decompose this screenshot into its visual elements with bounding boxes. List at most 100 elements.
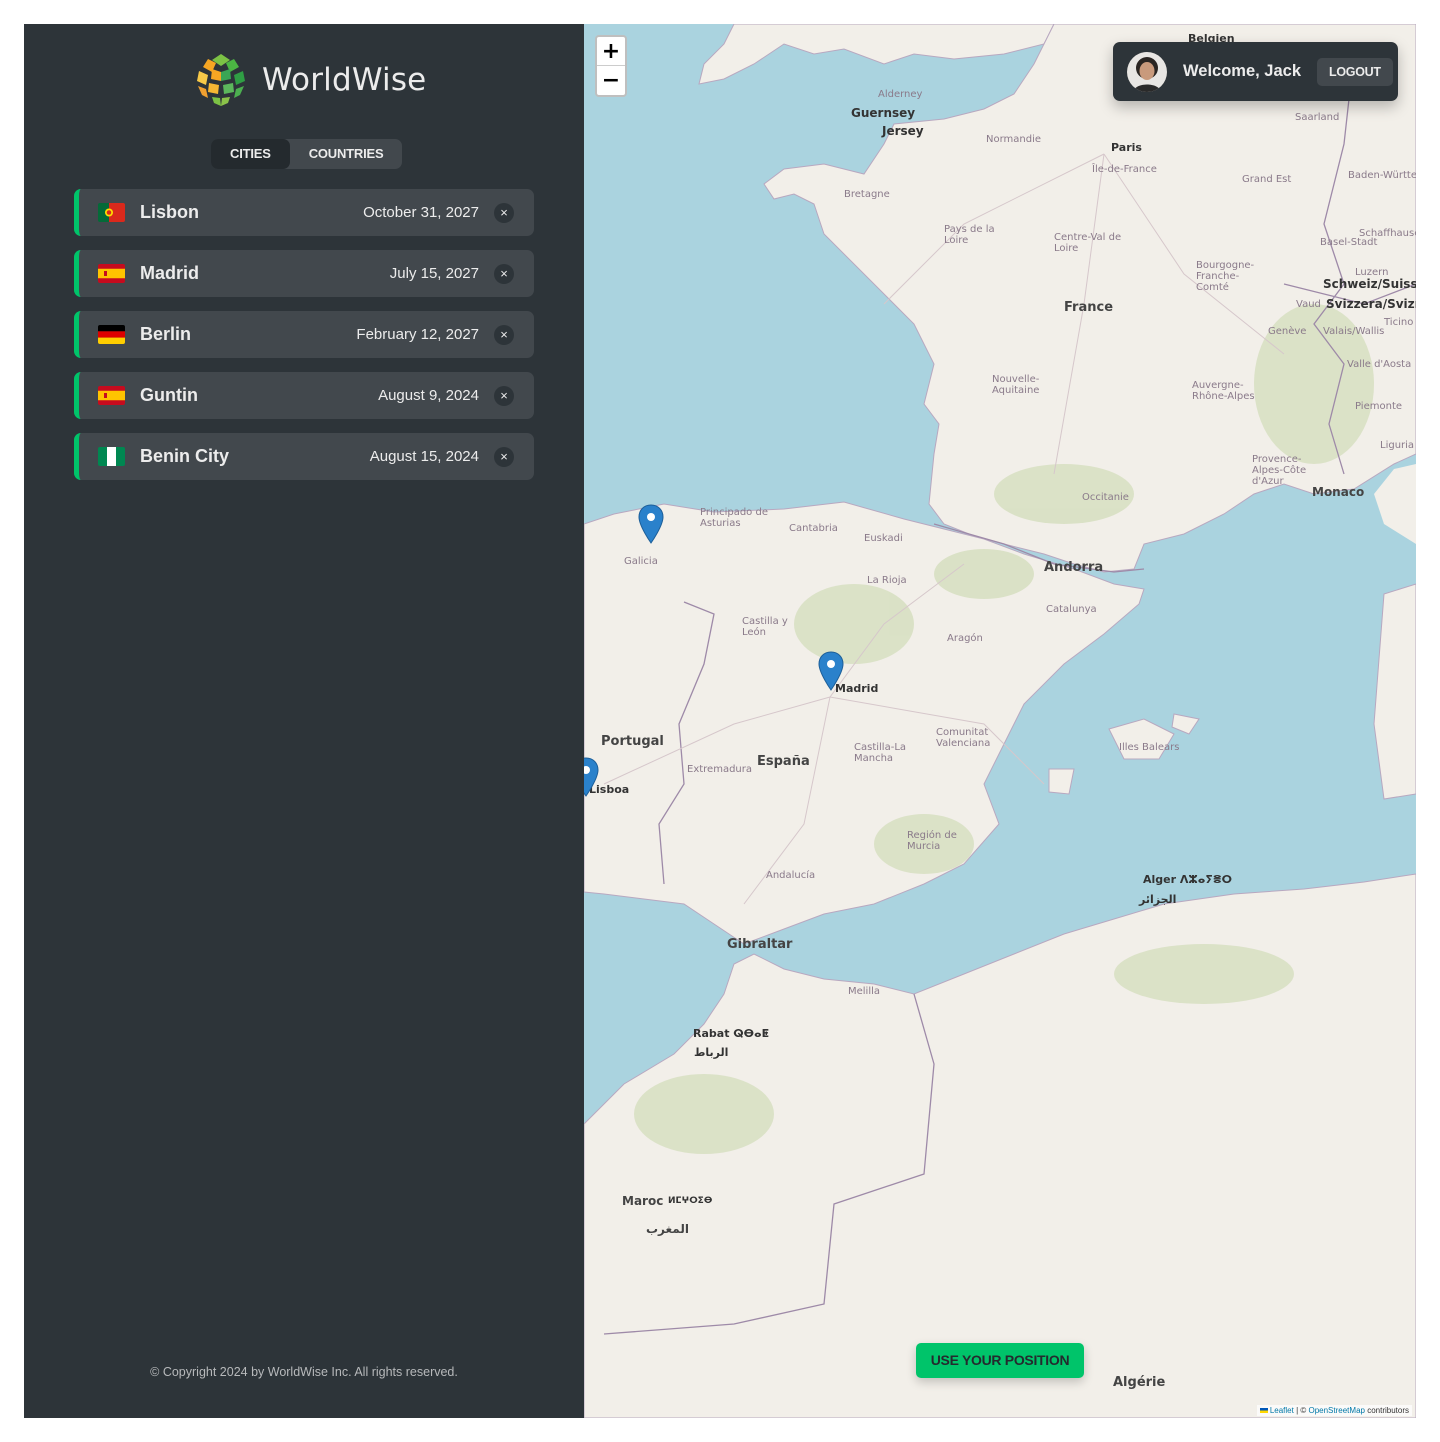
delete-city-button[interactable]: ×	[494, 202, 514, 223]
city-date: October 31, 2027	[363, 204, 479, 221]
osm-link[interactable]: OpenStreetMap	[1308, 1406, 1364, 1415]
user-panel: Welcome, Jack LOGOUT	[1113, 42, 1398, 101]
city-name: Benin City	[140, 446, 230, 466]
map-label-region: Île-de-France	[1092, 164, 1157, 175]
map-label-region: Andalucía	[766, 870, 816, 881]
use-position-button[interactable]: USE YOUR POSITION	[916, 1343, 1084, 1378]
logout-button[interactable]: LOGOUT	[1317, 57, 1393, 86]
map-label-country: Maroc	[622, 1194, 664, 1208]
delete-city-button[interactable]: ×	[494, 446, 514, 467]
city-date: February 12, 2027	[356, 326, 479, 343]
map-label-region: Vaud	[1296, 299, 1321, 310]
map-marker-guntin[interactable]	[638, 504, 664, 544]
city-item-guntin[interactable]: Guntin August 9, 2024 ×	[74, 372, 534, 419]
copyright-footer: © Copyright 2024 by WorldWise Inc. All r…	[150, 1365, 458, 1379]
map-label-region: Extremadura	[687, 764, 752, 775]
map-label-region: Illes Balears	[1119, 742, 1180, 753]
spain-flag-icon	[98, 264, 125, 283]
map-label-country: Algérie	[1113, 1375, 1166, 1390]
map-label-country: France	[1064, 300, 1114, 315]
city-item-madrid[interactable]: Madrid July 15, 2027 ×	[74, 250, 534, 297]
map-label-city: المغرب	[646, 1222, 689, 1236]
map-label-region: Luzern	[1355, 267, 1389, 278]
app-layout: WorldWise CITIES COUNTRIES Lisbon Octobe…	[24, 24, 1416, 1418]
map-label-region: Normandie	[986, 134, 1042, 145]
map-container[interactable]: France España Portugal Andorra Monaco Ma…	[584, 24, 1416, 1418]
map-label-city: ⵍⵎⵖⵔⵉⴱ	[668, 1196, 713, 1206]
map-label-region: Provence-Alpes-Côte d'Azur	[1252, 454, 1307, 487]
map-label-city: Alger ⴷⵣⴰⵢⴻⵔ	[1143, 873, 1233, 886]
globe-logo-icon	[197, 54, 245, 106]
map-label-region: Región de Murcia	[907, 830, 957, 852]
map-label-region: Valle d'Aosta	[1347, 359, 1412, 370]
map-label-country: Schweiz/Suisse	[1323, 277, 1416, 291]
sidebar: WorldWise CITIES COUNTRIES Lisbon Octobe…	[24, 24, 584, 1418]
map-label-city: الجزائر	[1139, 893, 1177, 906]
nigeria-flag-icon	[98, 447, 125, 466]
map-label-country: Monaco	[1312, 485, 1365, 499]
map-label-region: Aragón	[947, 633, 983, 644]
attribution-separator: | ©	[1293, 1406, 1309, 1415]
tab-cities[interactable]: CITIES	[211, 139, 290, 169]
zoom-control: + −	[595, 35, 627, 97]
map-label-country: Andorra	[1044, 560, 1104, 575]
map-label-region: Galicia	[624, 556, 658, 567]
city-date: July 15, 2027	[389, 265, 479, 282]
map-label-region: Bourgogne-Franche-Comté	[1196, 260, 1255, 293]
map-label-region: Occitanie	[1082, 492, 1129, 503]
germany-flag-icon	[98, 325, 125, 344]
map-label-region: Schaffhausen	[1359, 228, 1416, 239]
zoom-out-button[interactable]: −	[597, 66, 625, 95]
map-label-city: Melilla	[848, 986, 881, 997]
map-label-region: Grand Est	[1242, 174, 1292, 185]
spain-flag-icon	[98, 386, 125, 405]
city-item-lisbon[interactable]: Lisbon October 31, 2027 ×	[74, 189, 534, 236]
map-marker-madrid[interactable]	[818, 651, 844, 691]
map-label-city: الرباط	[694, 1046, 729, 1059]
map-label-region: Piemonte	[1355, 401, 1403, 412]
tab-countries[interactable]: COUNTRIES	[290, 139, 403, 169]
app-logo[interactable]: WorldWise	[194, 53, 426, 107]
delete-city-button[interactable]: ×	[494, 385, 514, 406]
delete-city-button[interactable]: ×	[494, 263, 514, 284]
city-name: Guntin	[140, 385, 198, 405]
map-label-region: Genève	[1268, 326, 1307, 337]
map-label-city: Rabat ⵕⴱⴰⵟ	[693, 1027, 770, 1040]
map-attribution: Leaflet | © OpenStreetMap contributors	[1256, 1405, 1412, 1416]
map-label-region: Cantabria	[789, 523, 838, 534]
map-label-region: Castilla y León	[742, 616, 788, 638]
city-item-berlin[interactable]: Berlin February 12, 2027 ×	[74, 311, 534, 358]
map-label-country: España	[757, 754, 810, 769]
city-date: August 9, 2024	[378, 387, 479, 404]
city-item-benin-city[interactable]: Benin City August 15, 2024 ×	[74, 433, 534, 480]
map-label-region: La Rioja	[867, 575, 907, 586]
map-label-region: Saarland	[1295, 112, 1340, 123]
map-marker-lisbon[interactable]	[584, 757, 599, 797]
map-label-country: Gibraltar	[727, 937, 793, 952]
map-label-region: Pays de la Loire	[944, 224, 995, 246]
map-label-country: Svizzera/Svizra	[1326, 297, 1416, 311]
map-label-region: Nouvelle-Aquitaine	[992, 374, 1040, 396]
city-name: Lisbon	[140, 202, 199, 222]
tab-bar: CITIES COUNTRIES	[211, 139, 403, 169]
map-label-region: Valais/Wallis	[1323, 326, 1385, 337]
map-label-region: Bretagne	[844, 189, 890, 200]
map-label-region: Euskadi	[864, 533, 903, 544]
portugal-flag-icon	[98, 203, 125, 222]
city-name: Berlin	[140, 324, 192, 344]
map-label-region: Centre-Val de Loire	[1054, 232, 1122, 254]
welcome-text: Welcome, Jack	[1183, 62, 1302, 80]
city-name: Madrid	[140, 263, 200, 283]
map-label-region: Baden-Württemberg	[1348, 170, 1416, 181]
user-avatar	[1127, 51, 1167, 92]
delete-city-button[interactable]: ×	[494, 324, 514, 345]
map-label-country: Jersey	[882, 124, 924, 138]
ukraine-flag-icon	[1259, 1408, 1268, 1413]
map-label-city: Paris	[1111, 141, 1142, 154]
zoom-in-button[interactable]: +	[597, 37, 625, 66]
map-label-region: Comunitat Valenciana	[936, 727, 991, 749]
map-label-region: Catalunya	[1046, 604, 1097, 615]
leaflet-link[interactable]: Leaflet	[1270, 1406, 1294, 1415]
map-label-region: Principado de Asturias	[700, 507, 768, 529]
city-date: August 15, 2024	[369, 448, 479, 465]
